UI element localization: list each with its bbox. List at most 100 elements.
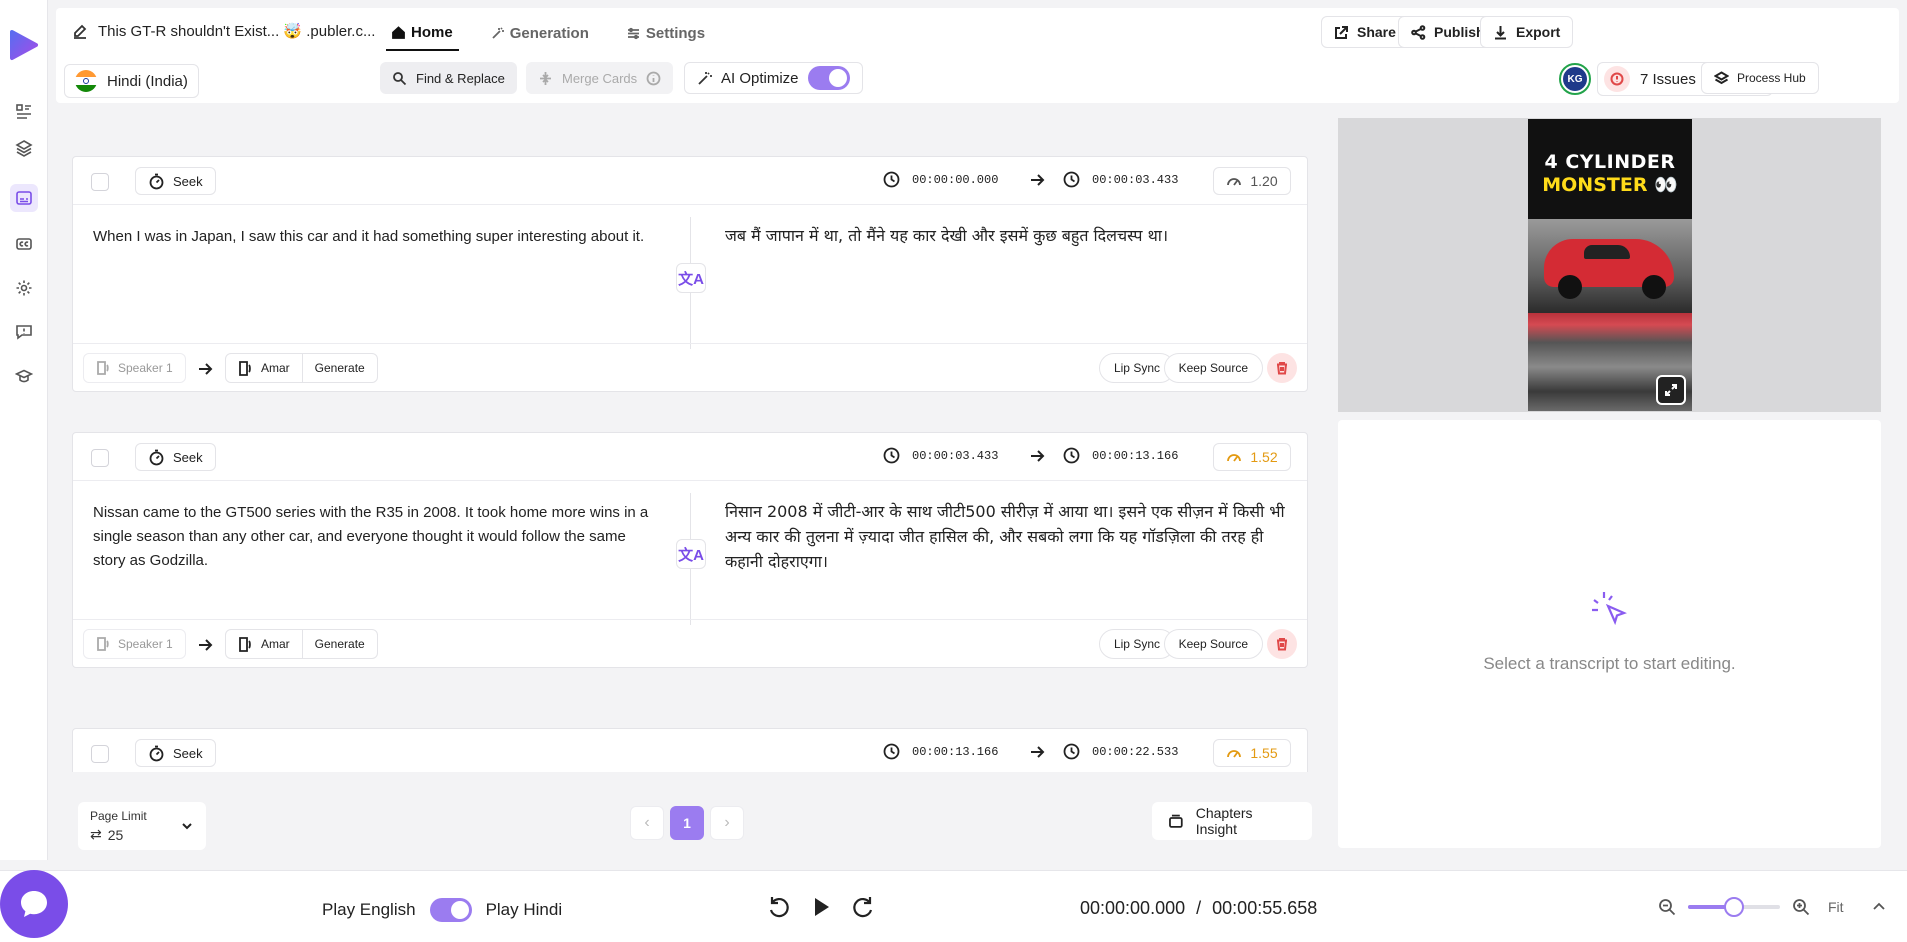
generate-button[interactable]: Generate xyxy=(303,361,377,375)
clock-icon xyxy=(1063,743,1080,760)
clock-icon xyxy=(883,743,900,760)
keep-source-button[interactable]: Keep Source xyxy=(1163,629,1263,659)
edit-icon xyxy=(74,24,87,39)
rail-settings-icon[interactable] xyxy=(10,274,38,302)
card-checkbox[interactable] xyxy=(91,173,109,191)
end-time[interactable]: 00:00:13.166 xyxy=(1063,447,1213,464)
play-language-switch[interactable] xyxy=(429,898,472,922)
rail-feedback-icon[interactable] xyxy=(10,318,38,346)
next-page-button[interactable]: › xyxy=(710,806,744,840)
share-button[interactable]: Share xyxy=(1321,16,1409,48)
stopwatch-icon xyxy=(149,745,164,761)
start-time[interactable]: 00:00:00.000 xyxy=(883,171,1033,188)
app-logo-icon[interactable] xyxy=(8,28,40,62)
chevron-up-icon[interactable] xyxy=(1870,898,1888,916)
search-replace-icon xyxy=(393,71,407,85)
chapters-insight-button[interactable]: Chapters Insight xyxy=(1152,802,1312,840)
seek-button[interactable]: Seek xyxy=(135,443,216,471)
start-time[interactable]: 00:00:13.166 xyxy=(883,743,1033,760)
delete-button[interactable] xyxy=(1267,629,1297,659)
merge-icon xyxy=(540,71,551,85)
sliders-icon xyxy=(627,27,639,40)
find-replace-button[interactable]: Find & Replace xyxy=(380,62,517,94)
speaker-voice-icon xyxy=(239,636,251,652)
keep-source-button[interactable]: Keep Source xyxy=(1163,353,1263,383)
chapters-icon xyxy=(1169,814,1183,828)
seek-button[interactable]: Seek xyxy=(135,739,216,767)
info-icon[interactable] xyxy=(646,71,661,86)
speaker-selector[interactable]: Speaker 1 xyxy=(83,629,186,659)
tab-home[interactable]: Home xyxy=(386,18,459,51)
export-button[interactable]: Export xyxy=(1480,16,1574,48)
voice-selector[interactable]: Amar xyxy=(226,630,303,658)
speed-badge[interactable]: 1.20 xyxy=(1213,167,1291,195)
home-icon xyxy=(392,26,405,39)
start-time[interactable]: 00:00:03.433 xyxy=(883,447,1033,464)
video-player[interactable]: 4 CYLINDER MONSTER 👀 xyxy=(1528,119,1692,411)
rail-learn-icon[interactable] xyxy=(10,362,38,390)
clock-icon xyxy=(883,171,900,188)
page-limit-select[interactable]: Page Limit ⇄ 25 xyxy=(78,802,206,850)
card-checkbox[interactable] xyxy=(91,449,109,467)
playback-controls xyxy=(766,894,876,920)
speaker-selector[interactable]: Speaker 1 xyxy=(83,353,186,383)
fullscreen-button[interactable] xyxy=(1656,375,1686,405)
process-hub-button[interactable]: Process Hub xyxy=(1701,62,1819,94)
main-tabs: Home Generation Settings xyxy=(386,18,711,51)
gauge-icon xyxy=(1227,454,1242,462)
speed-badge[interactable]: 1.52 xyxy=(1213,443,1291,471)
merge-cards-button[interactable]: Merge Cards xyxy=(526,62,674,94)
tab-generation[interactable]: Generation xyxy=(485,18,595,51)
end-time[interactable]: 00:00:22.533 xyxy=(1063,743,1213,760)
arrow-right-icon xyxy=(1031,449,1045,462)
alert-icon xyxy=(1604,66,1630,92)
card-checkbox[interactable] xyxy=(91,745,109,763)
pagination: ‹ 1 › xyxy=(630,806,744,840)
speed-badge[interactable]: 1.55 xyxy=(1213,739,1291,767)
document-title[interactable]: This GT-R shouldn't Exist... 🤯 .publer.c… xyxy=(72,22,375,40)
speaker-voice-icon xyxy=(97,637,109,651)
rail-list-icon[interactable] xyxy=(10,98,38,126)
page-button-current[interactable]: 1 xyxy=(670,806,704,840)
zoom-in-icon[interactable] xyxy=(1792,898,1810,916)
chat-support-button[interactable] xyxy=(0,870,68,940)
target-text[interactable]: जब मैं जापान में था, तो मैंने यह कार देख… xyxy=(725,223,1285,248)
arrow-right-icon xyxy=(1031,173,1045,186)
rewind-icon[interactable] xyxy=(766,894,792,920)
forward-icon[interactable] xyxy=(850,894,876,920)
target-text[interactable]: निसान 2008 में जीटी-आर के साथ जीटी500 सी… xyxy=(725,499,1285,574)
rail-cc-icon[interactable] xyxy=(10,230,38,258)
layers-icon xyxy=(1714,70,1729,84)
generate-button[interactable]: Generate xyxy=(303,637,377,651)
tab-settings[interactable]: Settings xyxy=(621,18,711,51)
cursor-click-icon xyxy=(1592,592,1627,626)
voice-selector[interactable]: Amar xyxy=(226,354,303,382)
source-text[interactable]: Nissan came to the GT500 series with the… xyxy=(93,501,653,573)
zoom-out-icon[interactable] xyxy=(1658,898,1676,916)
transcript-card: Seek 00:00:13.166 00:00:22.533 1.55 xyxy=(72,728,1308,772)
seek-button[interactable]: Seek xyxy=(135,167,216,195)
download-icon xyxy=(1495,25,1506,39)
rail-subtitles-icon[interactable] xyxy=(10,184,38,212)
play-language-toggle: Play English Play Hindi xyxy=(322,898,562,922)
rail-layers-icon[interactable] xyxy=(10,134,38,162)
zoom-slider[interactable] xyxy=(1688,897,1780,917)
play-icon[interactable] xyxy=(808,894,834,920)
trash-icon xyxy=(1277,362,1287,375)
end-time[interactable]: 00:00:03.433 xyxy=(1063,171,1213,188)
prev-page-button[interactable]: ‹ xyxy=(630,806,664,840)
fit-button[interactable]: Fit xyxy=(1828,899,1844,915)
trash-icon xyxy=(1277,638,1287,651)
delete-button[interactable] xyxy=(1267,353,1297,383)
ai-optimize-toggle[interactable] xyxy=(807,66,850,90)
translate-icon[interactable]: 文A xyxy=(676,263,706,293)
source-text[interactable]: When I was in Japan, I saw this car and … xyxy=(93,225,653,249)
zoom-slider-handle[interactable] xyxy=(1724,897,1744,917)
language-selector[interactable]: Hindi (India) xyxy=(64,64,199,98)
top-bar: This GT-R shouldn't Exist... 🤯 .publer.c… xyxy=(56,8,1899,103)
share-icon xyxy=(1335,25,1348,39)
translate-icon[interactable]: 文A xyxy=(676,539,706,569)
clock-icon xyxy=(883,447,900,464)
user-avatar[interactable]: KG xyxy=(1559,63,1591,95)
left-rail xyxy=(0,0,48,860)
